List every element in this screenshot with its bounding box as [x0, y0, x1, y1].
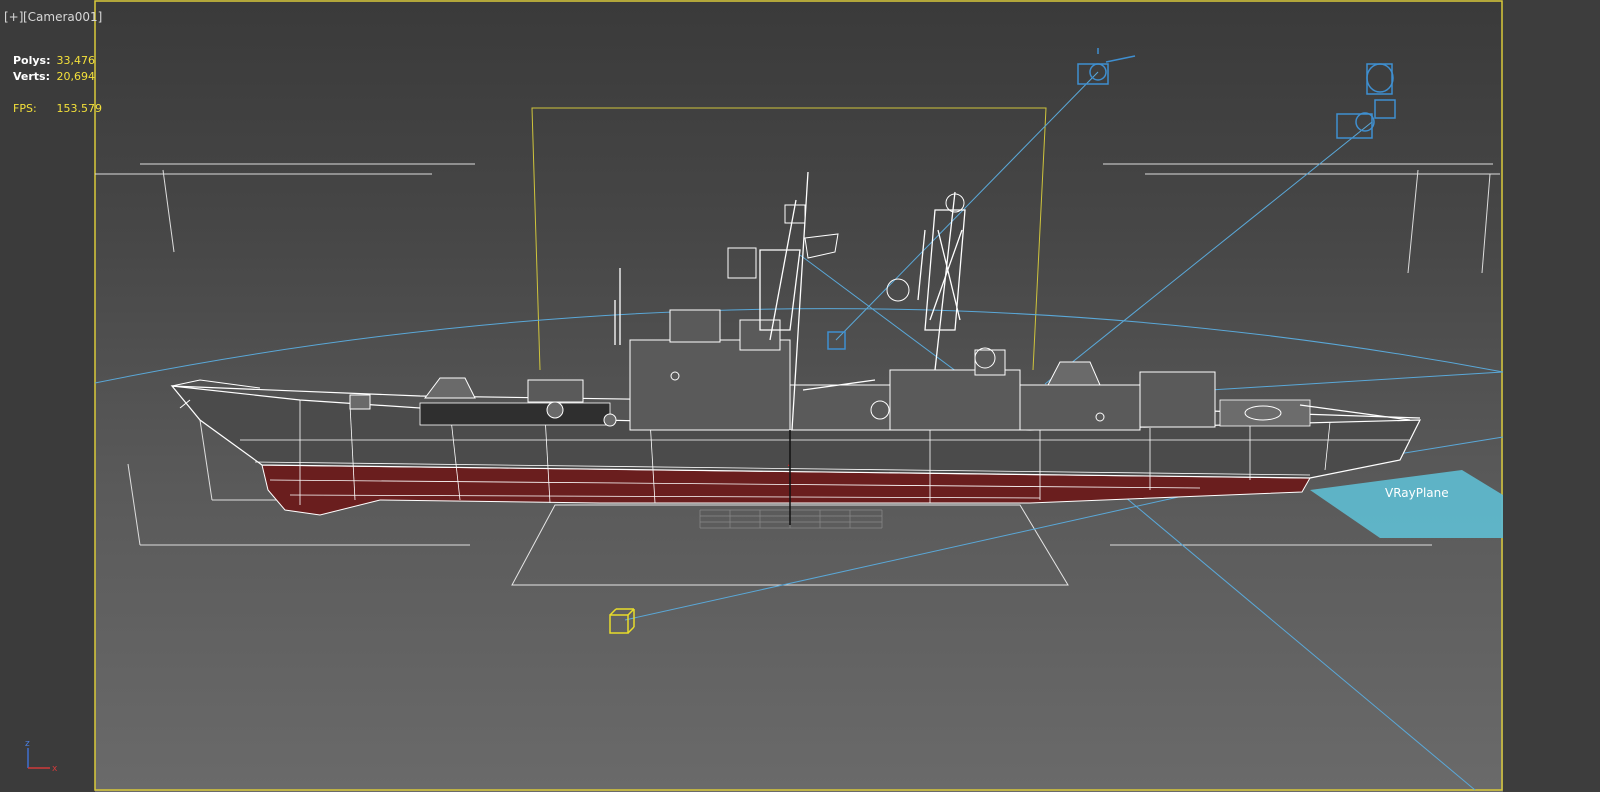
- verts-label: Verts:: [13, 70, 51, 83]
- gizmo-z-label: z: [25, 739, 30, 749]
- ground-grid: [699, 509, 883, 529]
- pivot-marker: .: [787, 458, 790, 469]
- axis-gizmo-icon: z x: [25, 739, 58, 774]
- helipad: [1219, 399, 1311, 427]
- polys-value: 33,476: [56, 54, 96, 67]
- fps-label: FPS:: [13, 102, 37, 115]
- fps-value: 153.579: [56, 102, 103, 115]
- viewport-menu-button[interactable]: [+]: [4, 10, 23, 24]
- vray-plane-label: VRayPlane: [1385, 486, 1449, 500]
- polys-label: Polys:: [13, 54, 51, 67]
- gizmo-x-label: x: [52, 764, 58, 774]
- camera-viewport[interactable]: . [+] [Camera001] Polys: 33,476 Verts: 2…: [0, 0, 1600, 792]
- light-target-box[interactable]: [827, 331, 846, 350]
- stat-verts: Verts: 20,694: [13, 70, 95, 83]
- forward-deck-dark: [419, 402, 611, 426]
- selected-helper-box[interactable]: [609, 608, 635, 634]
- vray-plane[interactable]: [1310, 470, 1503, 538]
- stat-fps: FPS: 153.579: [13, 102, 102, 115]
- spotlight-icon-left[interactable]: [1077, 48, 1136, 85]
- scene-canvas[interactable]: .: [0, 0, 1600, 792]
- camera-view-label[interactable]: [Camera001]: [23, 10, 102, 24]
- verts-value: 20,694: [56, 70, 96, 83]
- stat-polys: Polys: 33,476: [13, 54, 95, 67]
